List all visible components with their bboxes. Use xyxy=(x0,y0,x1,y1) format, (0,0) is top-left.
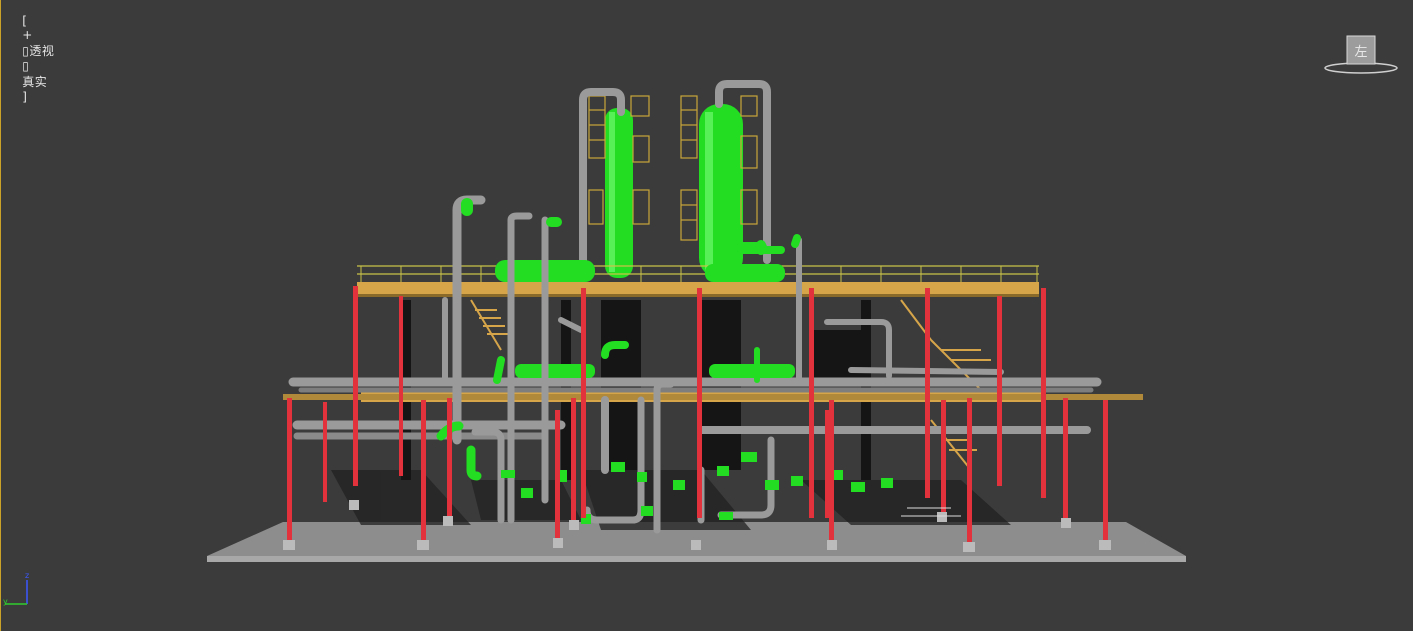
ground-slab-edge xyxy=(207,556,1186,562)
axis-z-label: z xyxy=(25,571,29,580)
ground-shadows xyxy=(331,470,1011,530)
plant-model-scene xyxy=(207,80,1186,562)
axis-y-label: y xyxy=(3,597,8,606)
3d-viewport[interactable]: [ + ▯透视 ▯ 真实 ] 左 z y xyxy=(0,0,1413,631)
distillation-columns xyxy=(605,104,743,278)
viewcube-face-label: 左 xyxy=(1354,45,1367,60)
axis-tripod-icon: z y xyxy=(3,571,29,606)
front-lower-beams xyxy=(283,394,1143,400)
viewcube[interactable]: 左 xyxy=(1323,34,1399,76)
